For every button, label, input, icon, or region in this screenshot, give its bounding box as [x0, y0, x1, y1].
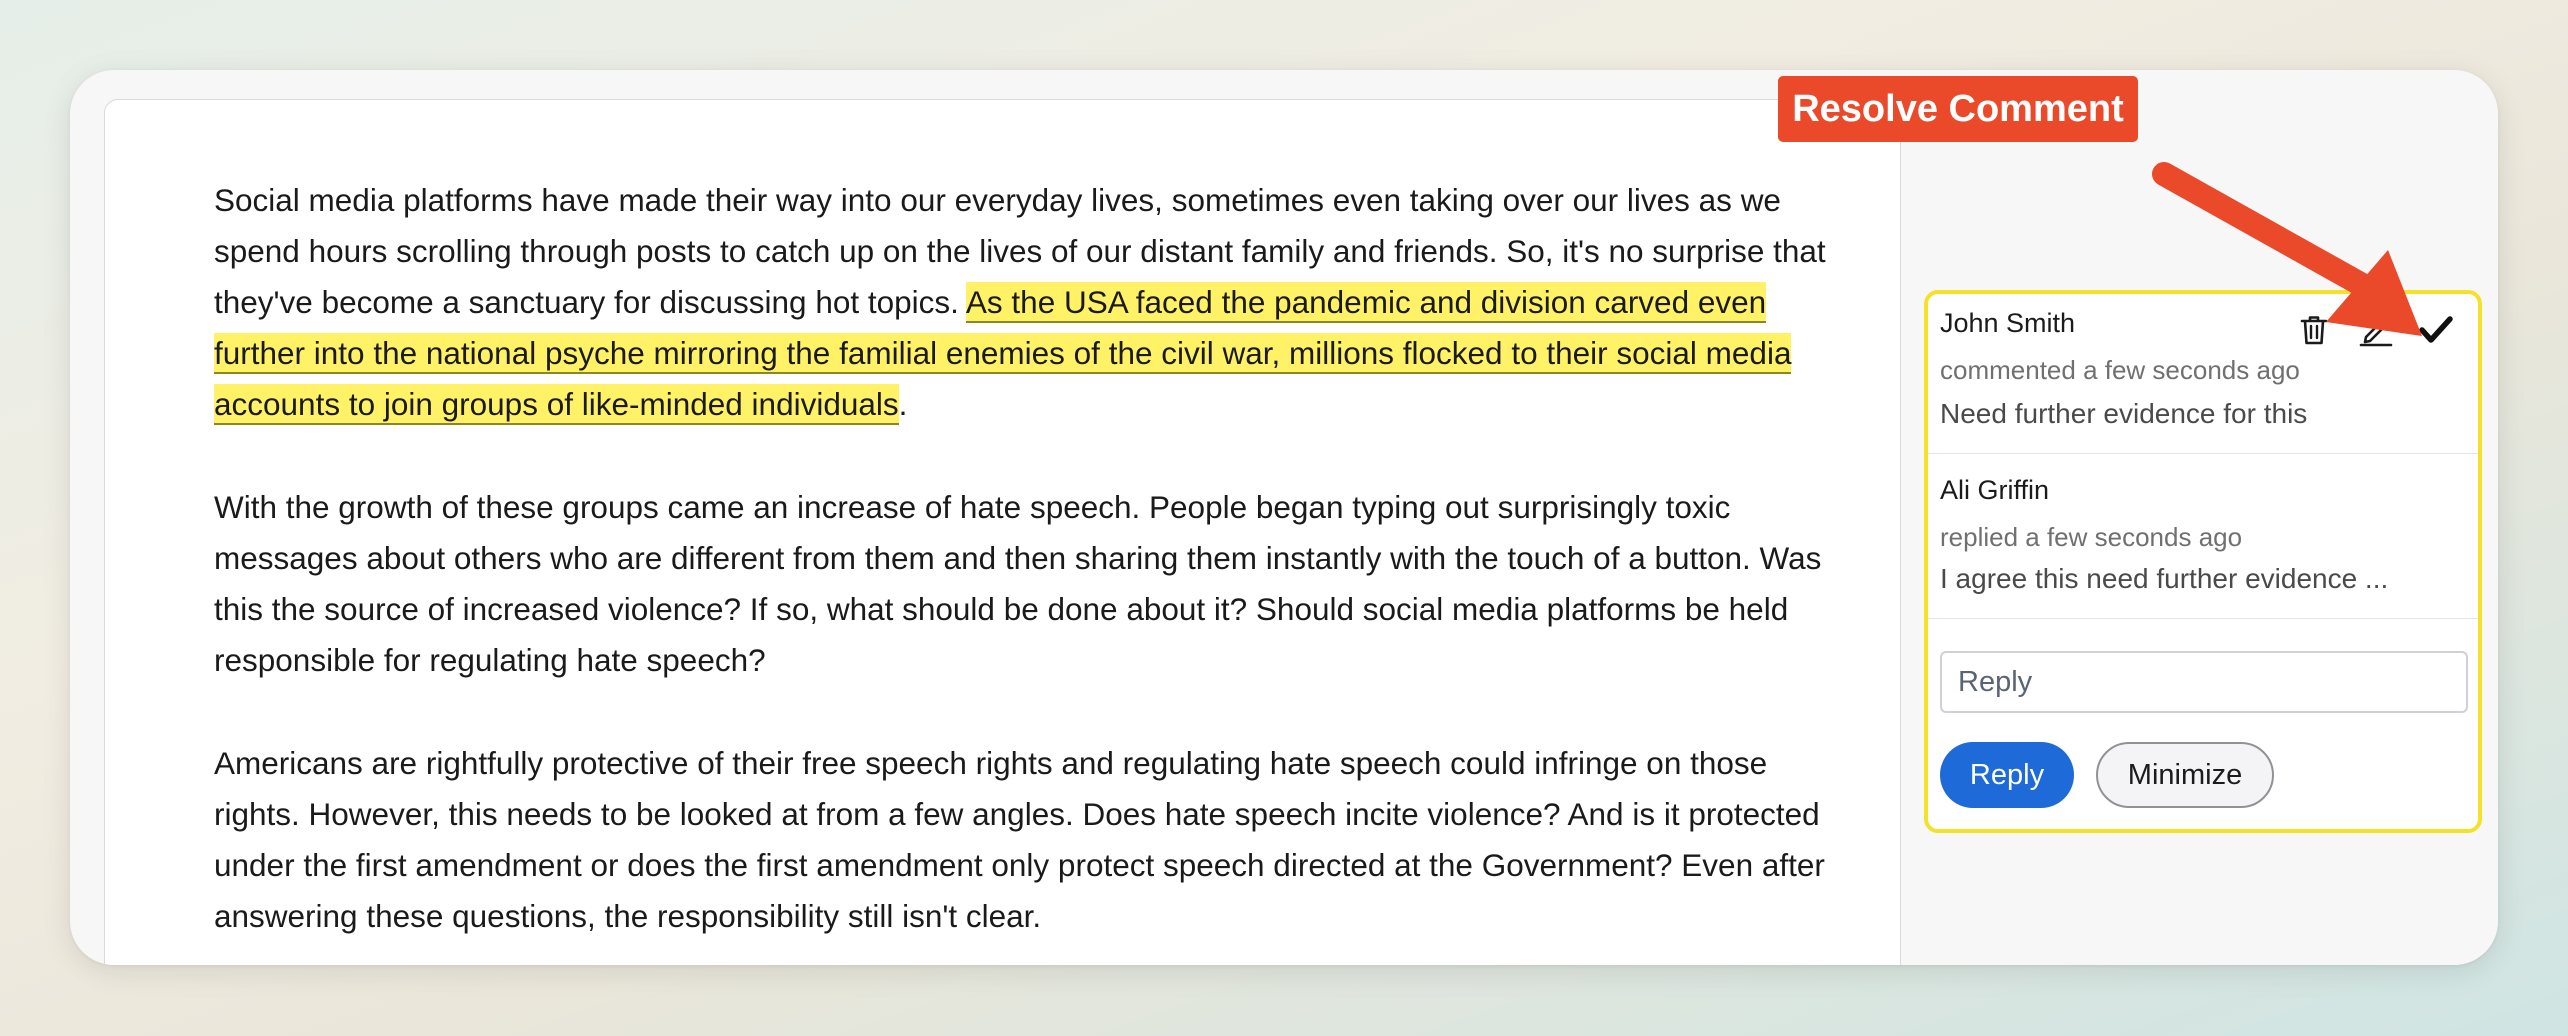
comment-author: John Smith	[1940, 308, 2076, 338]
paragraph-1: Social media platforms have made their w…	[214, 175, 1854, 430]
paragraph-2: With the growth of these groups came an …	[214, 489, 1822, 678]
reply-button[interactable]: Reply	[1940, 742, 2074, 808]
comment-body: Need further evidence for this	[1940, 398, 2308, 429]
annotation-callout: Resolve Comment	[1778, 76, 2138, 142]
annotation-arrow-icon	[2152, 162, 2422, 336]
minimize-button[interactable]: Minimize	[2096, 742, 2274, 808]
document-page: Social media platforms have made their w…	[104, 99, 1901, 965]
paragraph-3: Americans are rightfully protective of t…	[214, 745, 1825, 934]
reply-timestamp: replied a few seconds ago	[1940, 522, 2243, 552]
comment-timestamp: commented a few seconds ago	[1940, 355, 2300, 385]
reply-input[interactable]	[1940, 651, 2468, 713]
comment-thread-item: Ali Griffin replied a few seconds ago I …	[1928, 454, 2478, 619]
paragraph-1-end: .	[898, 386, 908, 422]
comment-card: John Smith commented a few seconds ago N…	[1924, 290, 2482, 833]
reply-author: Ali Griffin	[1940, 475, 2050, 505]
reply-body: I agree this need further evidence ...	[1940, 563, 2389, 594]
